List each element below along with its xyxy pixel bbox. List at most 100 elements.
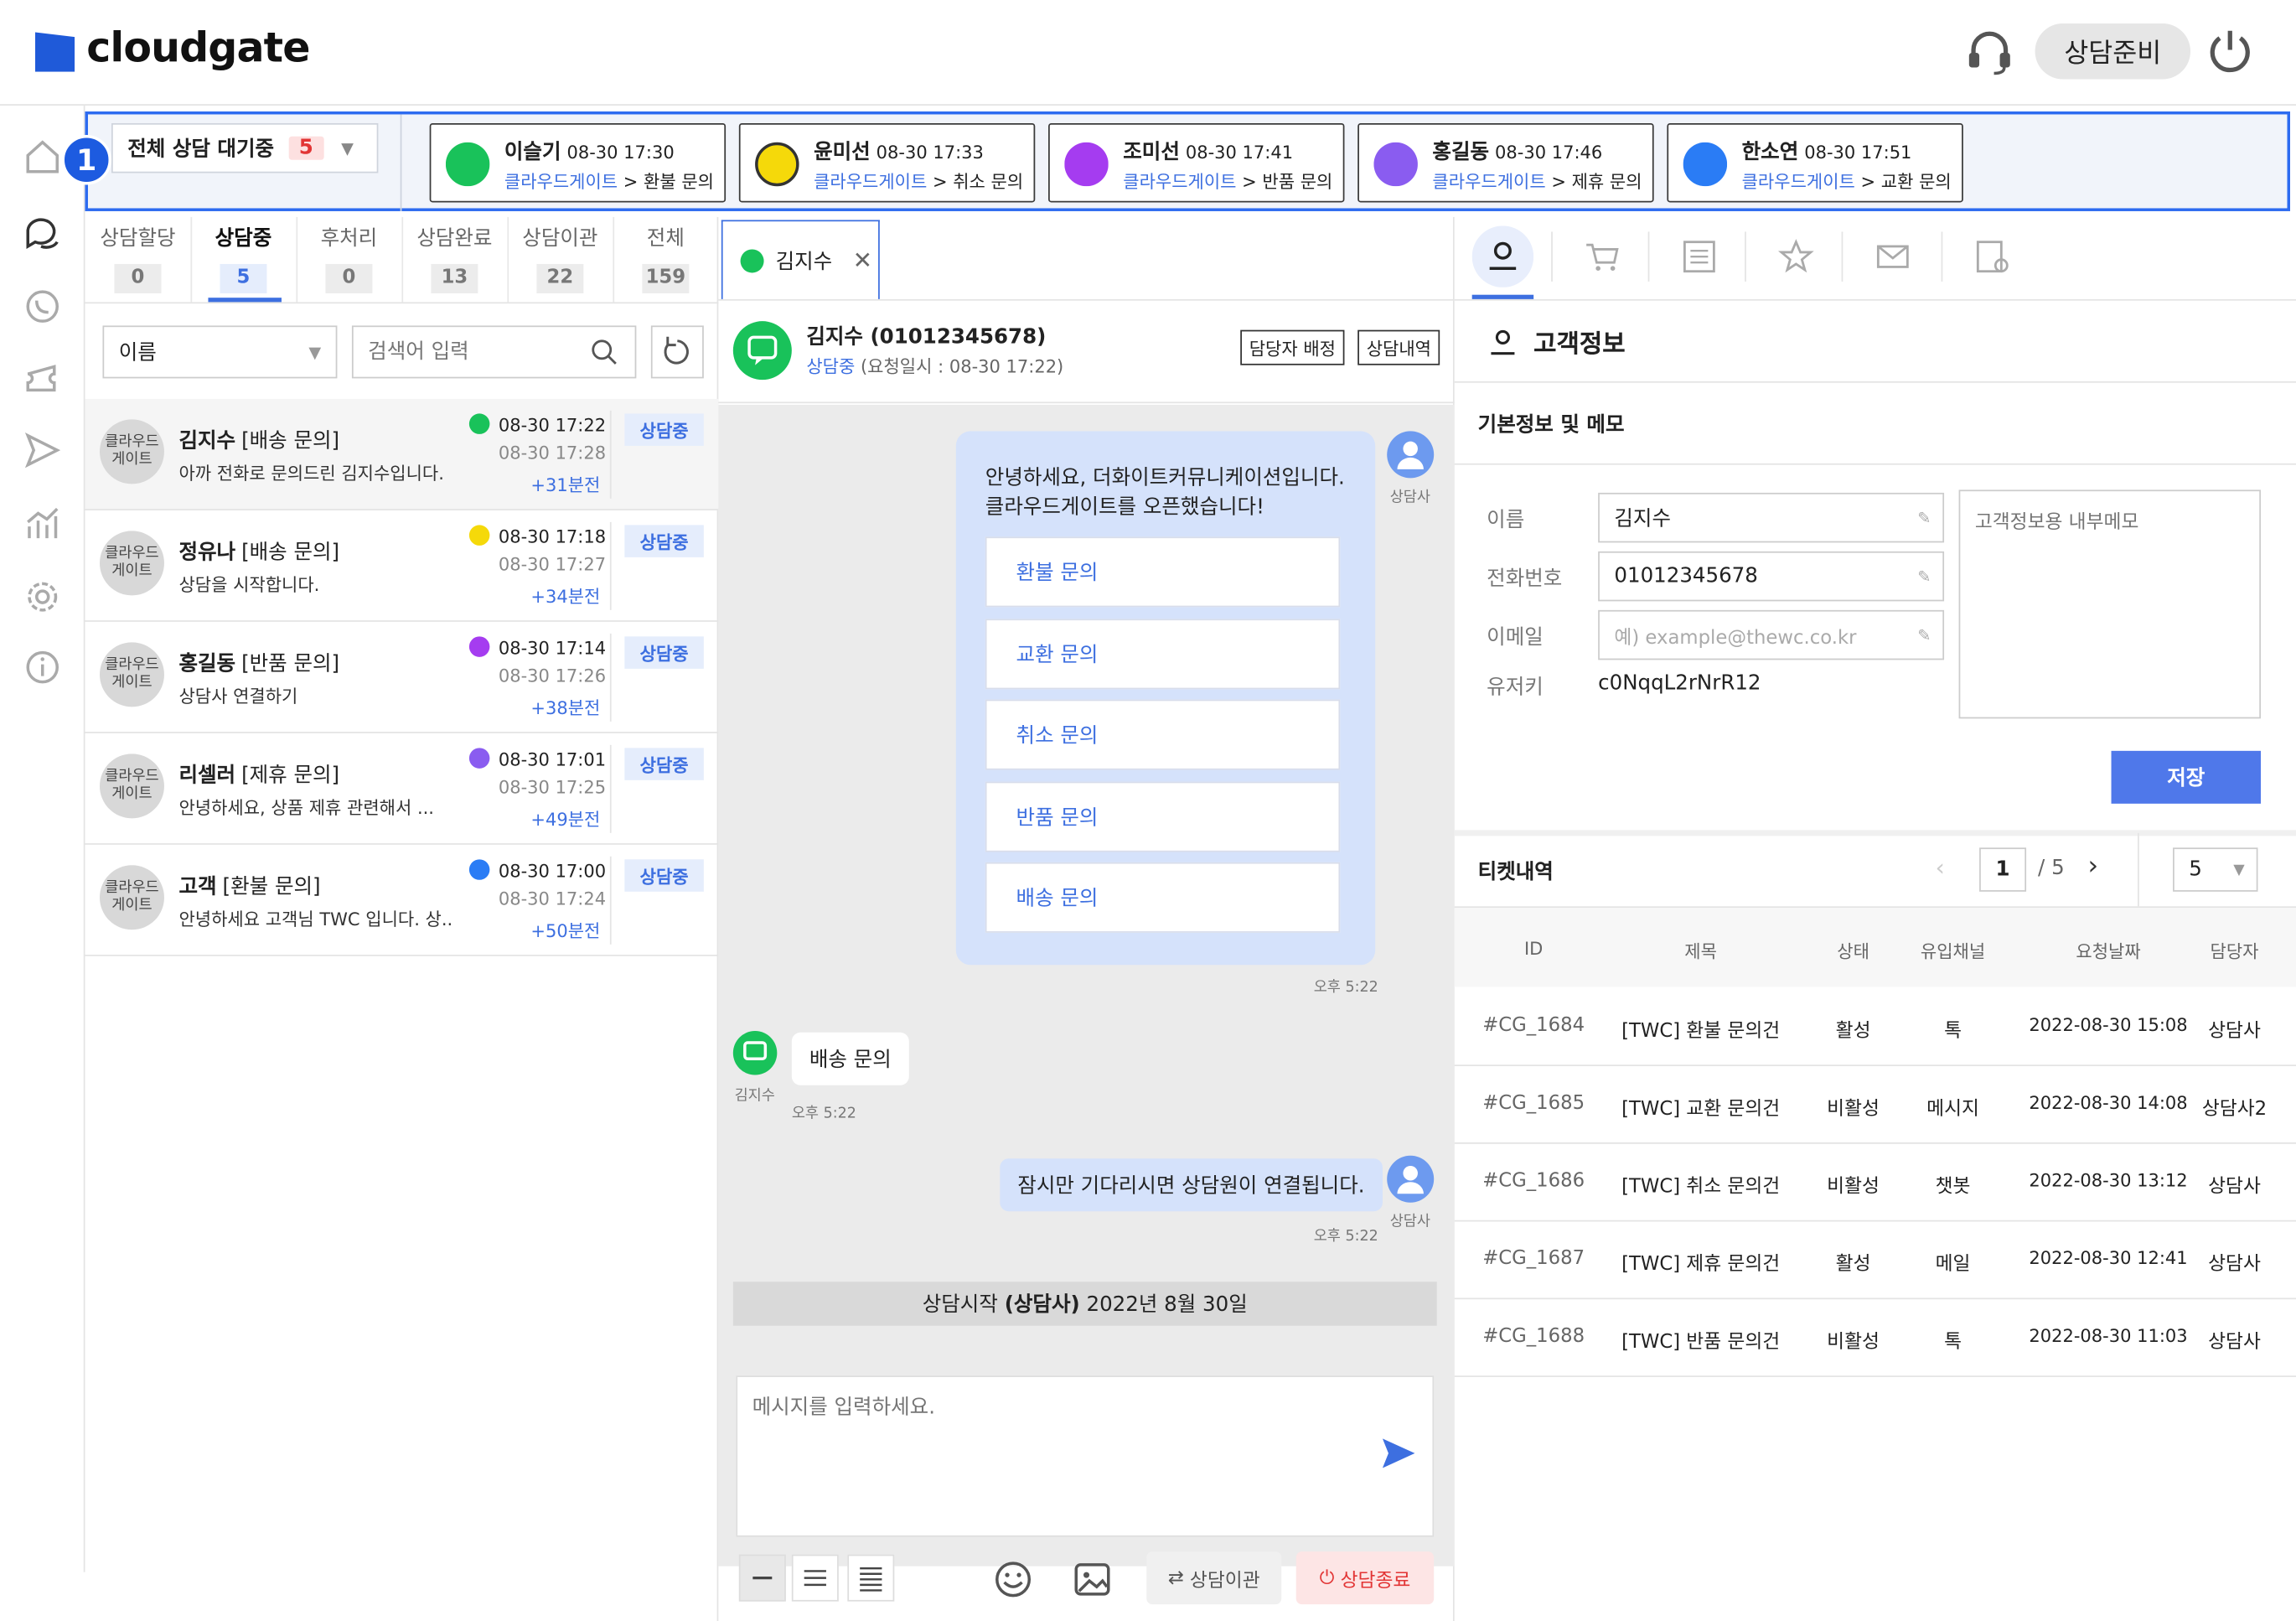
- customer-tab-icon[interactable]: [1471, 225, 1534, 287]
- tab-3[interactable]: 상담완료 13: [401, 223, 507, 293]
- cart-icon[interactable]: [1572, 225, 1633, 287]
- avatar: 클라우드 게이트: [99, 754, 164, 819]
- table-row[interactable]: #CG_1688 [TWC] 반품 문의건 비활성 톡 2022-08-30 11:03…: [1454, 1299, 2296, 1377]
- logo-text: cloudgate: [86, 23, 310, 72]
- document-search-icon[interactable]: [1962, 225, 2023, 287]
- send-icon[interactable]: [23, 431, 61, 469]
- divider: [609, 521, 612, 610]
- section-title: 기본정보 및 메모: [1477, 413, 1625, 438]
- waiting-card[interactable]: 조미선 08-30 17:41 클라우드게이트 > 반품 문의: [1048, 122, 1345, 203]
- page-input[interactable]: 1: [1979, 847, 2027, 892]
- list-icon[interactable]: [1668, 225, 1730, 287]
- settings-icon[interactable]: [23, 577, 61, 615]
- breadcrumb-separator: >: [1545, 171, 1572, 193]
- tab-2[interactable]: 후처리 0: [296, 223, 401, 293]
- option-button[interactable]: 취소 문의: [985, 699, 1341, 770]
- align-short-button[interactable]: [738, 1554, 786, 1602]
- transfer-button[interactable]: ⇄ 상담이관: [1146, 1551, 1282, 1605]
- close-icon[interactable]: ✕: [853, 246, 872, 274]
- image-icon[interactable]: [1073, 1561, 1111, 1598]
- refresh-button[interactable]: [650, 325, 704, 379]
- chat-status-line: 상담중 (요청일시 : 08-30 17:22): [806, 354, 1063, 379]
- assign-agent-button[interactable]: 담당자 배정: [1240, 329, 1345, 365]
- ticket-icon[interactable]: [23, 360, 61, 398]
- email-field[interactable]: 예) example@thewc.co.kr ✎: [1598, 609, 1945, 660]
- power-icon[interactable]: [2206, 26, 2255, 75]
- star-icon[interactable]: [1766, 225, 1827, 287]
- status-badge: 상담중: [624, 525, 704, 557]
- table-row[interactable]: #CG_1687 [TWC] 제휴 문의건 활성 메일 2022-08-30 12:41…: [1454, 1221, 2296, 1300]
- memo-input[interactable]: [1958, 489, 2262, 719]
- chat-icon[interactable]: [23, 214, 61, 251]
- edit-icon: ✎: [1917, 626, 1931, 645]
- history-button[interactable]: 상담내역: [1357, 329, 1440, 365]
- chat-list-item[interactable]: 클라우드 게이트 리셀러 [제휴 문의] 안녕하세요, 상품 제휴 관련해서 ... 0…: [85, 733, 719, 845]
- waiting-time: 08-30 17:41: [1185, 142, 1294, 163]
- option-button[interactable]: 반품 문의: [985, 781, 1341, 852]
- start-agent: (상담사): [1004, 1293, 1080, 1318]
- chat-name: 고객 [환불 문의]: [178, 871, 320, 900]
- phone-chat-icon[interactable]: [23, 287, 61, 325]
- end-consult-button[interactable]: ⏻ 상담종료: [1295, 1551, 1435, 1605]
- table-row[interactable]: #CG_1684 [TWC] 환불 문의건 활성 톡 2022-08-30 15:08 상…: [1454, 988, 2296, 1067]
- tab-count: 13: [431, 263, 478, 293]
- chevron-left-icon[interactable]: ‹: [1936, 853, 1945, 881]
- tab-4[interactable]: 상담이관 22: [507, 223, 613, 293]
- align-medium-button[interactable]: [791, 1554, 839, 1602]
- message-input[interactable]: [736, 1375, 1435, 1537]
- emoji-icon[interactable]: [994, 1561, 1032, 1598]
- chat-category: [환불 문의]: [222, 875, 321, 899]
- search-icon[interactable]: [589, 337, 618, 366]
- phone-field[interactable]: 01012345678 ✎: [1598, 551, 1945, 602]
- tab-1[interactable]: 상담중 5: [190, 223, 296, 293]
- chat-list-item[interactable]: 클라우드 게이트 김지수 [배송 문의] 아까 전화로 문의드린 김지수입니다. 08-…: [85, 398, 719, 510]
- chat-header: 김지수 (01012345678) 상담중 (요청일시 : 08-30 17:2…: [718, 301, 1455, 404]
- table-header: 유입채널: [1920, 941, 1986, 962]
- waiting-card[interactable]: 홍길동 08-30 17:46 클라우드게이트 > 제휴 문의: [1357, 122, 1654, 203]
- save-button[interactable]: 저장: [2111, 750, 2262, 804]
- divider: [609, 410, 612, 499]
- waiting-card[interactable]: 이슬기 08-30 17:30 클라우드게이트 > 환불 문의: [429, 122, 727, 203]
- align-long-button[interactable]: [847, 1554, 895, 1602]
- waiting-card[interactable]: 한소연 08-30 17:51 클라우드게이트 > 교환 문의: [1667, 122, 1963, 203]
- userkey-label: 유저키: [1487, 676, 1544, 700]
- headset-icon[interactable]: [1965, 26, 2014, 75]
- filter-select[interactable]: 이름 ▼: [102, 325, 338, 379]
- table-row[interactable]: #CG_1686 [TWC] 취소 문의건 비활성 챗봇 2022-08-30 13:1…: [1454, 1144, 2296, 1222]
- option-button[interactable]: 환불 문의: [985, 536, 1341, 608]
- chat-tab-label: 김지수: [775, 250, 833, 274]
- table-cell: 메시지: [1926, 1098, 1979, 1121]
- status-badge: 상담중: [624, 636, 704, 669]
- tab-0[interactable]: 상담할당 0: [85, 223, 190, 293]
- divider: [190, 216, 193, 303]
- mail-icon[interactable]: [1862, 225, 1923, 287]
- name-field[interactable]: 김지수 ✎: [1598, 492, 1945, 543]
- chat-name: 홍길동 [반품 문의]: [178, 648, 339, 677]
- chat-tab[interactable]: 김지수 ✕: [721, 220, 880, 299]
- waiting-card[interactable]: 윤미선 08-30 17:33 클라우드게이트 > 취소 문의: [738, 122, 1036, 203]
- start-date: 2022년 8월 30일: [1086, 1293, 1248, 1318]
- tab-5[interactable]: 전체 159: [613, 223, 718, 293]
- tab-label: 상담이관: [522, 227, 598, 251]
- waiting-sub: 클라우드게이트 > 제휴 문의: [1432, 168, 1642, 194]
- info-icon[interactable]: [23, 648, 61, 686]
- waiting-category: 제휴 문의: [1571, 171, 1642, 193]
- table-row[interactable]: #CG_1685 [TWC] 교환 문의건 비활성 메시지 2022-08-30 14:…: [1454, 1066, 2296, 1144]
- chat-start-time: 08-30 17:14: [498, 638, 607, 659]
- chat-preview: 아까 전화로 문의드린 김지수입니다.: [178, 463, 444, 484]
- power-icon: ⏻: [1319, 1567, 1335, 1589]
- chat-list-item[interactable]: 클라우드 게이트 홍길동 [반품 문의] 상담사 연결하기 08-30 17:14 08-…: [85, 622, 719, 733]
- option-button[interactable]: 교환 문의: [985, 619, 1341, 690]
- option-button[interactable]: 배송 문의: [985, 862, 1341, 933]
- home-icon[interactable]: [23, 137, 61, 175]
- send-icon[interactable]: [1381, 1437, 1416, 1469]
- chat-list-item[interactable]: 클라우드 게이트 고객 [환불 문의] 안녕하세요 고객님 TWC 입니다. 상.. 0…: [85, 845, 719, 956]
- ready-button[interactable]: 상담준비: [2035, 23, 2191, 80]
- waiting-all-dropdown[interactable]: 전체 상담 대기중 5 ▼: [111, 122, 379, 173]
- stats-icon[interactable]: [23, 505, 61, 542]
- greeting-line-2: 클라우드게이트를 오픈했습니다!: [985, 495, 1264, 520]
- waiting-time: 08-30 17:46: [1495, 142, 1603, 163]
- chat-list-item[interactable]: 클라우드 게이트 정유나 [배송 문의] 상담을 시작합니다. 08-30 17:18 0…: [85, 510, 719, 622]
- chevron-right-icon[interactable]: ›: [2088, 851, 2099, 882]
- per-page-select[interactable]: 5 ▼: [2173, 847, 2258, 892]
